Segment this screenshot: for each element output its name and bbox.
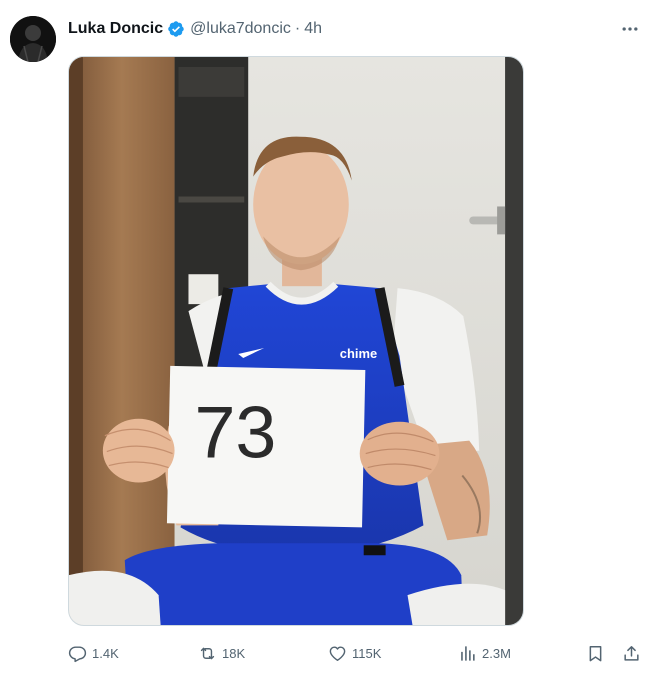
more-options-button[interactable]	[618, 18, 642, 40]
avatar-image	[10, 16, 56, 62]
repost-icon	[200, 647, 215, 659]
jersey-brand-text: chime	[340, 346, 377, 361]
views-button[interactable]: 2.3M	[458, 640, 511, 666]
share-icon	[624, 645, 639, 661]
reply-button[interactable]: 1.4K	[68, 640, 119, 666]
more-horizontal-icon	[622, 27, 638, 31]
avatar[interactable]	[10, 16, 56, 62]
post-header: Luka Doncic @luka7doncic · 4h	[68, 18, 322, 40]
bookmark-button[interactable]	[586, 640, 605, 666]
reply-count: 1.4K	[92, 645, 119, 661]
like-button[interactable]: 115K	[328, 640, 381, 666]
analytics-icon	[461, 645, 475, 661]
post-timestamp[interactable]: 4h	[304, 20, 322, 38]
share-button[interactable]	[622, 640, 641, 666]
sign-number-text: 73	[194, 391, 276, 474]
reply-icon	[68, 645, 87, 662]
verified-badge-icon[interactable]	[167, 20, 185, 38]
author-handle[interactable]: @luka7doncic	[190, 20, 291, 38]
repost-button[interactable]: 18K	[198, 640, 245, 666]
views-count: 2.3M	[482, 645, 511, 661]
bookmark-icon	[589, 645, 602, 661]
repost-count: 18K	[222, 645, 246, 661]
post-media-image[interactable]: chime 73	[68, 56, 524, 626]
separator-dot: ·	[294, 20, 301, 37]
post-actions-bar: 1.4K 18K 115K 2.3M	[68, 640, 644, 666]
author-display-name[interactable]: Luka Doncic	[68, 20, 163, 38]
heart-icon	[329, 645, 346, 661]
like-count: 115K	[352, 645, 382, 661]
